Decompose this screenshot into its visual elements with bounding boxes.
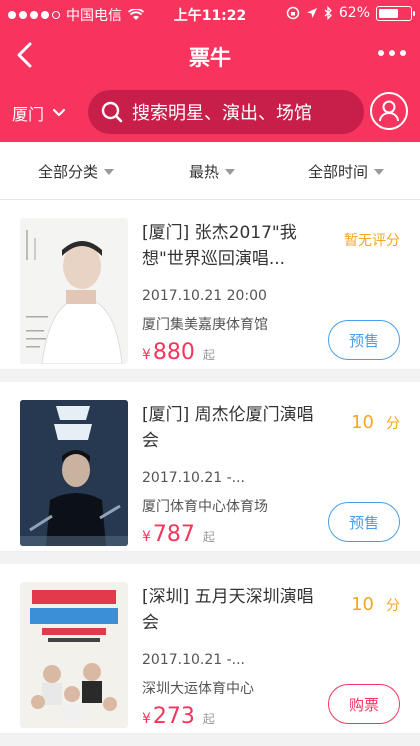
event-poster[interactable]: [20, 582, 128, 728]
event-title: [深圳] 五月天深圳演唱会: [142, 587, 314, 633]
price-suffix: 起: [202, 530, 215, 544]
event-poster-image: [20, 218, 128, 364]
rating-unit: 分: [386, 598, 400, 614]
event-price: ¥ 880 起: [142, 340, 215, 365]
event-rating: 暂无评分: [344, 230, 400, 250]
event-rating: 10 分: [351, 594, 400, 615]
event-title: [厦门] 张杰2017"我想"世界巡回演唱...: [142, 223, 297, 269]
navbar: 票牛: [0, 30, 420, 80]
rating-text: 暂无评分: [344, 233, 400, 249]
location-arrow-icon: [306, 8, 317, 18]
event-poster[interactable]: [20, 218, 128, 364]
event-poster[interactable]: [20, 400, 128, 546]
filter-category-label: 全部分类: [38, 163, 99, 181]
status-bar: 中国电信 上午11:22 62%: [0, 0, 420, 28]
event-card[interactable]: [深圳] 五月天深圳演唱会 10 分 2017.10.21 -... 深圳大运体育…: [0, 564, 420, 734]
bluetooth-icon: [324, 6, 332, 20]
battery-level: [379, 8, 398, 18]
user-button[interactable]: [370, 92, 408, 130]
caret-down-icon: [225, 168, 236, 175]
price-amount: 880: [152, 340, 195, 365]
price-suffix: 起: [202, 712, 215, 726]
battery-percent: 62%: [338, 5, 370, 21]
event-rating: 10 分: [351, 412, 400, 433]
app-header: 中国电信 上午11:22 62% 票牛 厦门 搜索明星、演出、场馆: [0, 0, 420, 142]
battery-icon: [376, 5, 415, 21]
more-button[interactable]: [378, 50, 406, 56]
city-selector[interactable]: 厦门: [12, 101, 66, 125]
price-suffix: 起: [202, 348, 215, 362]
rotation-lock-icon: [286, 6, 300, 20]
city-label: 厦门: [12, 105, 45, 124]
event-price: ¥ 273 起: [142, 704, 215, 729]
search-row: 厦门 搜索明星、演出、场馆: [0, 84, 420, 138]
search-placeholder: 搜索明星、演出、场馆: [132, 103, 312, 124]
currency-symbol: ¥: [142, 711, 151, 727]
rating-unit: 分: [386, 416, 400, 432]
rating-number: 10: [351, 594, 374, 615]
filter-time-label: 全部时间: [308, 163, 369, 181]
user-icon: [379, 100, 399, 122]
presale-button[interactable]: 预售: [328, 502, 400, 542]
filter-bar: 全部分类 最热 全部时间: [0, 142, 420, 200]
chevron-down-icon: [52, 108, 66, 117]
filter-time[interactable]: 全部时间: [308, 161, 385, 182]
event-price: ¥ 787 起: [142, 522, 215, 547]
event-poster-image: [20, 400, 128, 546]
page-title: 票牛: [189, 46, 231, 70]
event-date: 2017.10.21 20:00: [142, 288, 267, 304]
search-input[interactable]: 搜索明星、演出、场馆: [88, 90, 364, 134]
event-venue: 厦门体育中心体育场: [142, 499, 268, 515]
search-icon: [101, 101, 123, 123]
filter-sort[interactable]: 最热: [189, 161, 236, 182]
status-right: 62%: [286, 5, 415, 21]
event-poster-image: [20, 582, 128, 728]
event-card[interactable]: [厦门] 周杰伦厦门演唱会 10 分 2017.10.21 -... 厦门体育中心…: [0, 382, 420, 552]
event-card[interactable]: [厦门] 张杰2017"我想"世界巡回演唱... 暂无评分 2017.10.21…: [0, 200, 420, 370]
event-date: 2017.10.21 -...: [142, 652, 246, 668]
event-date: 2017.10.21 -...: [142, 470, 246, 486]
caret-down-icon: [374, 168, 385, 175]
more-dots-icon: [378, 50, 384, 56]
presale-button[interactable]: 预售: [328, 320, 400, 360]
currency-symbol: ¥: [142, 529, 151, 545]
event-venue: 厦门集美嘉庚体育馆: [142, 317, 268, 333]
event-venue: 深圳大运体育中心: [142, 681, 254, 697]
caret-down-icon: [104, 168, 115, 175]
buy-ticket-button[interactable]: 购票: [328, 684, 400, 724]
price-amount: 273: [152, 704, 195, 729]
currency-symbol: ¥: [142, 347, 151, 363]
event-title: [厦门] 周杰伦厦门演唱会: [142, 405, 314, 451]
filter-sort-label: 最热: [189, 163, 220, 181]
price-amount: 787: [152, 522, 195, 547]
rating-number: 10: [351, 412, 374, 433]
filter-category[interactable]: 全部分类: [38, 161, 115, 182]
